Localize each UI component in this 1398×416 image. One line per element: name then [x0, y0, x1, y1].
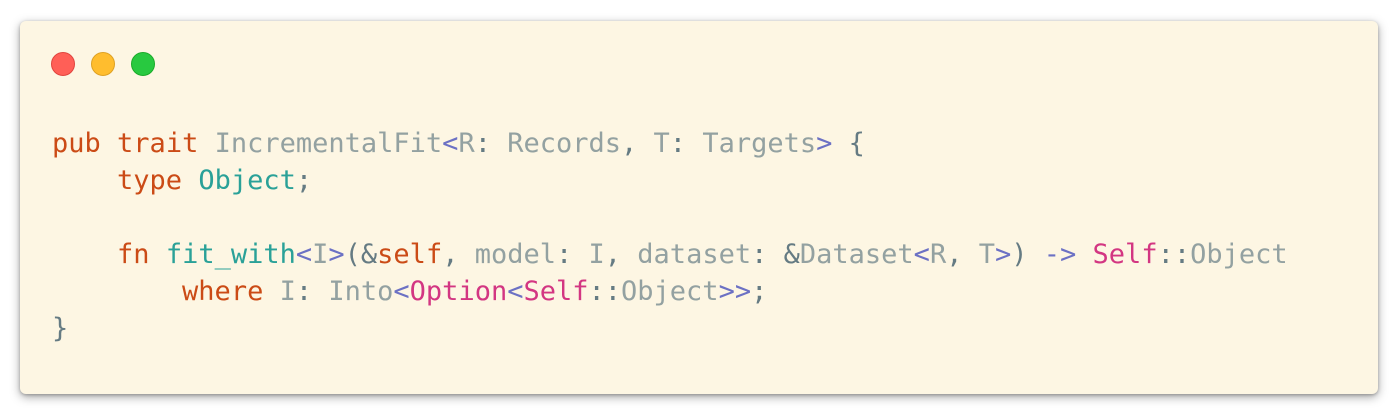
code-token: Object	[621, 276, 719, 307]
code-token: <	[295, 239, 313, 270]
code-token: pub	[52, 128, 101, 159]
code-token: fit_with	[165, 239, 296, 270]
code-token: Dataset	[799, 239, 914, 270]
code-token: R	[458, 128, 475, 159]
code-token: Targets	[702, 128, 817, 159]
code-line: pub trait IncrementalFit<R: Records, T: …	[52, 125, 1288, 162]
code-token: Object	[1190, 239, 1288, 270]
code-token: self	[377, 239, 443, 270]
code-token: where	[182, 276, 264, 307]
code-window: pub trait IncrementalFit<R: Records, T: …	[20, 21, 1378, 394]
code-token: R	[929, 239, 947, 270]
code-token: I	[588, 239, 605, 270]
code-token: >	[816, 128, 833, 159]
code-token: IncrementalFit	[214, 128, 443, 159]
code-token: )	[1011, 239, 1044, 270]
minimize-dot-icon[interactable]	[91, 52, 115, 76]
code-token: Into	[328, 276, 394, 307]
code-token: :	[669, 128, 703, 159]
code-token: model	[474, 239, 556, 270]
code-token: Self	[523, 276, 589, 307]
code-token: <	[913, 239, 930, 270]
code-token: :	[295, 276, 329, 307]
code-token: ->	[1043, 239, 1077, 270]
code-token: >	[994, 239, 1012, 270]
code-line: type Object;	[52, 162, 1288, 199]
code-token: }	[52, 313, 69, 344]
code-token: :	[556, 239, 589, 270]
code-token: >>	[718, 276, 752, 307]
code-token: ,	[621, 128, 654, 159]
code-token: ::	[588, 276, 622, 307]
code-token: ,	[604, 239, 638, 270]
code-token: I	[312, 239, 329, 270]
code-token: ,	[442, 239, 475, 270]
code-token: T	[653, 128, 670, 159]
zoom-dot-icon[interactable]	[131, 52, 155, 76]
close-dot-icon[interactable]	[51, 52, 75, 76]
code-token: Self	[1092, 239, 1158, 270]
code-token: <	[442, 128, 459, 159]
code-token: : &	[751, 239, 800, 270]
code-token: fn	[117, 239, 150, 270]
code-token: :	[474, 128, 508, 159]
code-token: <	[507, 276, 524, 307]
code-token: (&	[344, 239, 378, 270]
code-token: >	[328, 239, 345, 270]
code-token: I	[279, 276, 296, 307]
window-controls	[51, 52, 155, 76]
code-token: ;	[295, 165, 313, 196]
code-token: type	[117, 165, 183, 196]
code-token: Object	[198, 165, 296, 196]
code-line: }	[52, 310, 1288, 347]
code-token: <	[393, 276, 410, 307]
code-token: T	[978, 239, 995, 270]
code-line: where I: Into<Option<Self::Object>>;	[52, 273, 1288, 310]
code-token: ::	[1157, 239, 1191, 270]
code-token: ;	[751, 276, 768, 307]
code-token: ,	[946, 239, 979, 270]
code-block: pub trait IncrementalFit<R: Records, T: …	[52, 125, 1288, 347]
code-line: fn fit_with<I>(&self, model: I, dataset:…	[52, 236, 1288, 273]
code-token: Records	[507, 128, 622, 159]
code-token: {	[832, 128, 865, 159]
code-token: trait	[117, 128, 199, 159]
code-token: Option	[409, 276, 508, 307]
code-token: dataset	[637, 239, 752, 270]
